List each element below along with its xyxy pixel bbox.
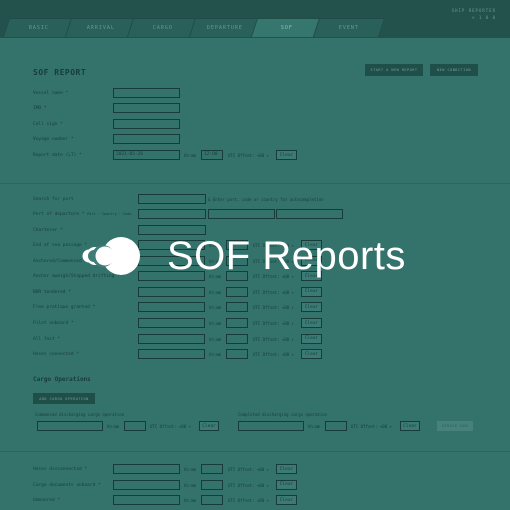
- brand-name: SOF Reports: [167, 233, 406, 278]
- brand-lockup: SOF Reports: [81, 233, 406, 278]
- sof-logo-icon: [81, 236, 141, 276]
